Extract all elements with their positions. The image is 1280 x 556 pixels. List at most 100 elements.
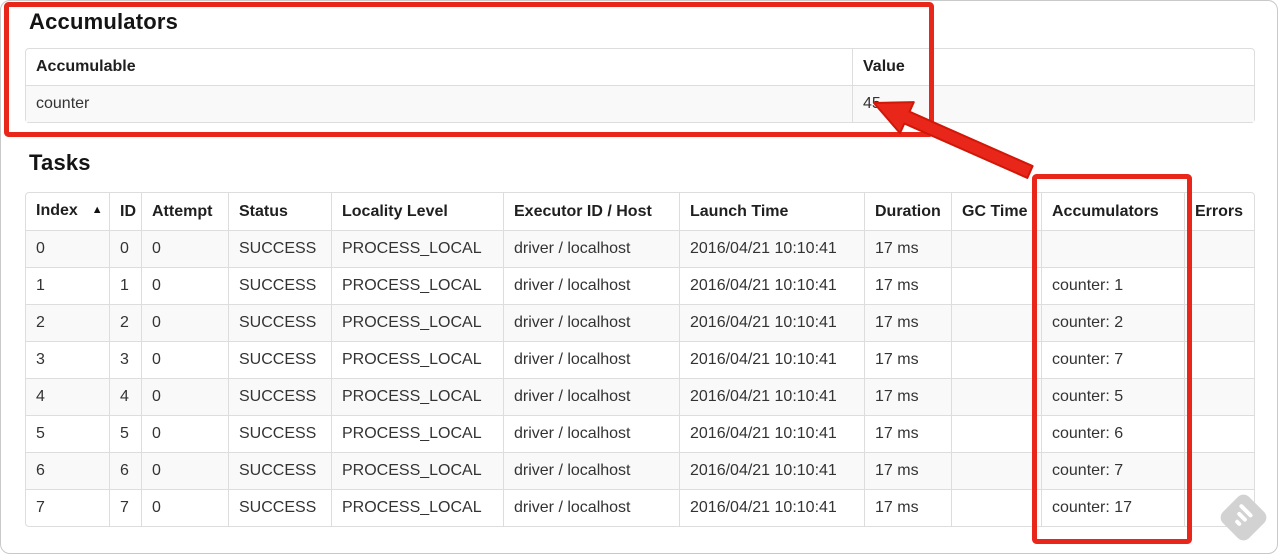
task-cell-executor_id_host: driver / localhost — [503, 267, 679, 304]
task-cell-duration: 17 ms — [864, 415, 951, 452]
task-cell-attempt: 0 — [141, 452, 228, 489]
task-cell-launch_time: 2016/04/21 10:10:41 — [679, 378, 864, 415]
task-cell-index: 3 — [26, 341, 109, 378]
task-cell-attempt: 0 — [141, 341, 228, 378]
accumulable-value-cell: 45 — [852, 85, 1254, 122]
column-header-gc_time[interactable]: GC Time — [951, 193, 1041, 230]
task-cell-duration: 17 ms — [864, 230, 951, 267]
task-cell-status: SUCCESS — [228, 378, 331, 415]
accumulators-section-title: Accumulators — [29, 9, 179, 34]
task-cell-status: SUCCESS — [228, 230, 331, 267]
task-cell-id: 4 — [109, 378, 141, 415]
column-header-attempt[interactable]: Attempt — [141, 193, 228, 230]
accumulators-table-header-row: Accumulable Value — [26, 49, 1254, 85]
spark-ui-stage-page: Accumulators Accumulable Value counter 4… — [0, 0, 1278, 554]
task-cell-duration: 17 ms — [864, 341, 951, 378]
task-cell-errors — [1184, 341, 1254, 378]
accumulator-row: counter 45 — [26, 85, 1254, 122]
task-cell-locality_level: PROCESS_LOCAL — [331, 378, 503, 415]
task-cell-gc_time — [951, 267, 1041, 304]
task-cell-launch_time: 2016/04/21 10:10:41 — [679, 267, 864, 304]
task-cell-executor_id_host: driver / localhost — [503, 415, 679, 452]
task-cell-accumulators: counter: 2 — [1041, 304, 1184, 341]
task-cell-errors — [1184, 267, 1254, 304]
task-cell-id: 0 — [109, 230, 141, 267]
tasks-table: Index ▲ ID Attempt Status Locality Level Execu… — [25, 192, 1255, 527]
column-header-status[interactable]: Status — [228, 193, 331, 230]
column-header-label: GC Time — [962, 202, 1028, 220]
task-cell-launch_time: 2016/04/21 10:10:41 — [679, 341, 864, 378]
task-cell-executor_id_host: driver / localhost — [503, 230, 679, 267]
column-header-accumulable[interactable]: Accumulable — [26, 49, 852, 85]
task-cell-id: 2 — [109, 304, 141, 341]
task-cell-index: 6 — [26, 452, 109, 489]
task-cell-executor_id_host: driver / localhost — [503, 452, 679, 489]
task-row: 3 3 0 SUCCESS PROCESS_LOCAL driver / localhos… — [26, 341, 1254, 378]
column-header-value[interactable]: Value — [852, 49, 1254, 85]
task-cell-index: 2 — [26, 304, 109, 341]
task-cell-executor_id_host: driver / localhost — [503, 304, 679, 341]
task-cell-duration: 17 ms — [864, 378, 951, 415]
task-cell-id: 1 — [109, 267, 141, 304]
task-cell-accumulators: counter: 6 — [1041, 415, 1184, 452]
task-cell-status: SUCCESS — [228, 415, 331, 452]
task-cell-launch_time: 2016/04/21 10:10:41 — [679, 489, 864, 526]
column-header-duration[interactable]: Duration — [864, 193, 951, 230]
tasks-table-header-row: Index ▲ ID Attempt Status Locality Level Execu… — [26, 193, 1254, 230]
column-header-label: Accumulators — [1052, 202, 1159, 220]
task-cell-accumulators: counter: 5 — [1041, 378, 1184, 415]
task-cell-executor_id_host: driver / localhost — [503, 489, 679, 526]
column-header-executor_id_host[interactable]: Executor ID / Host — [503, 193, 679, 230]
task-cell-status: SUCCESS — [228, 304, 331, 341]
task-cell-status: SUCCESS — [228, 489, 331, 526]
task-cell-duration: 17 ms — [864, 267, 951, 304]
task-cell-accumulators: counter: 17 — [1041, 489, 1184, 526]
task-cell-locality_level: PROCESS_LOCAL — [331, 452, 503, 489]
column-header-label: ID — [120, 202, 136, 220]
task-cell-launch_time: 2016/04/21 10:10:41 — [679, 304, 864, 341]
task-row: 4 4 0 SUCCESS PROCESS_LOCAL driver / localhos… — [26, 378, 1254, 415]
task-cell-duration: 17 ms — [864, 452, 951, 489]
task-row: 7 7 0 SUCCESS PROCESS_LOCAL driver / localhos… — [26, 489, 1254, 526]
task-row: 6 6 0 SUCCESS PROCESS_LOCAL driver / localhos… — [26, 452, 1254, 489]
task-cell-status: SUCCESS — [228, 452, 331, 489]
task-cell-attempt: 0 — [141, 378, 228, 415]
task-cell-errors — [1184, 230, 1254, 267]
task-cell-index: 1 — [26, 267, 109, 304]
task-cell-duration: 17 ms — [864, 304, 951, 341]
task-cell-gc_time — [951, 341, 1041, 378]
task-cell-index: 7 — [26, 489, 109, 526]
task-cell-gc_time — [951, 230, 1041, 267]
column-header-locality_level[interactable]: Locality Level — [331, 193, 503, 230]
task-cell-errors — [1184, 304, 1254, 341]
task-cell-attempt: 0 — [141, 304, 228, 341]
column-header-errors[interactable]: Errors — [1184, 193, 1254, 230]
task-cell-launch_time: 2016/04/21 10:10:41 — [679, 452, 864, 489]
task-cell-id: 5 — [109, 415, 141, 452]
column-header-label: Launch Time — [690, 202, 789, 220]
task-row: 0 0 0 SUCCESS PROCESS_LOCAL driver / localhos… — [26, 230, 1254, 267]
task-cell-attempt: 0 — [141, 415, 228, 452]
column-header-launch_time[interactable]: Launch Time — [679, 193, 864, 230]
task-cell-locality_level: PROCESS_LOCAL — [331, 341, 503, 378]
column-header-label: Status — [239, 202, 288, 220]
task-cell-accumulators: counter: 7 — [1041, 341, 1184, 378]
column-header-accumulators[interactable]: Accumulators — [1041, 193, 1184, 230]
task-cell-id: 3 — [109, 341, 141, 378]
sort-ascending-icon: ▲ — [91, 204, 103, 216]
task-cell-duration: 17 ms — [864, 489, 951, 526]
task-cell-accumulators — [1041, 230, 1184, 267]
task-row: 2 2 0 SUCCESS PROCESS_LOCAL driver / localhos… — [26, 304, 1254, 341]
task-cell-executor_id_host: driver / localhost — [503, 378, 679, 415]
watermark-stroke — [1234, 518, 1243, 527]
task-cell-gc_time — [951, 489, 1041, 526]
task-cell-attempt: 0 — [141, 489, 228, 526]
column-header-label: Locality Level — [342, 202, 448, 220]
task-cell-executor_id_host: driver / localhost — [503, 341, 679, 378]
task-cell-locality_level: PROCESS_LOCAL — [331, 304, 503, 341]
column-header-id[interactable]: ID — [109, 193, 141, 230]
column-header-index[interactable]: Index ▲ — [26, 193, 109, 230]
task-cell-locality_level: PROCESS_LOCAL — [331, 230, 503, 267]
task-cell-gc_time — [951, 452, 1041, 489]
column-header-label: Executor ID / Host — [514, 202, 652, 220]
